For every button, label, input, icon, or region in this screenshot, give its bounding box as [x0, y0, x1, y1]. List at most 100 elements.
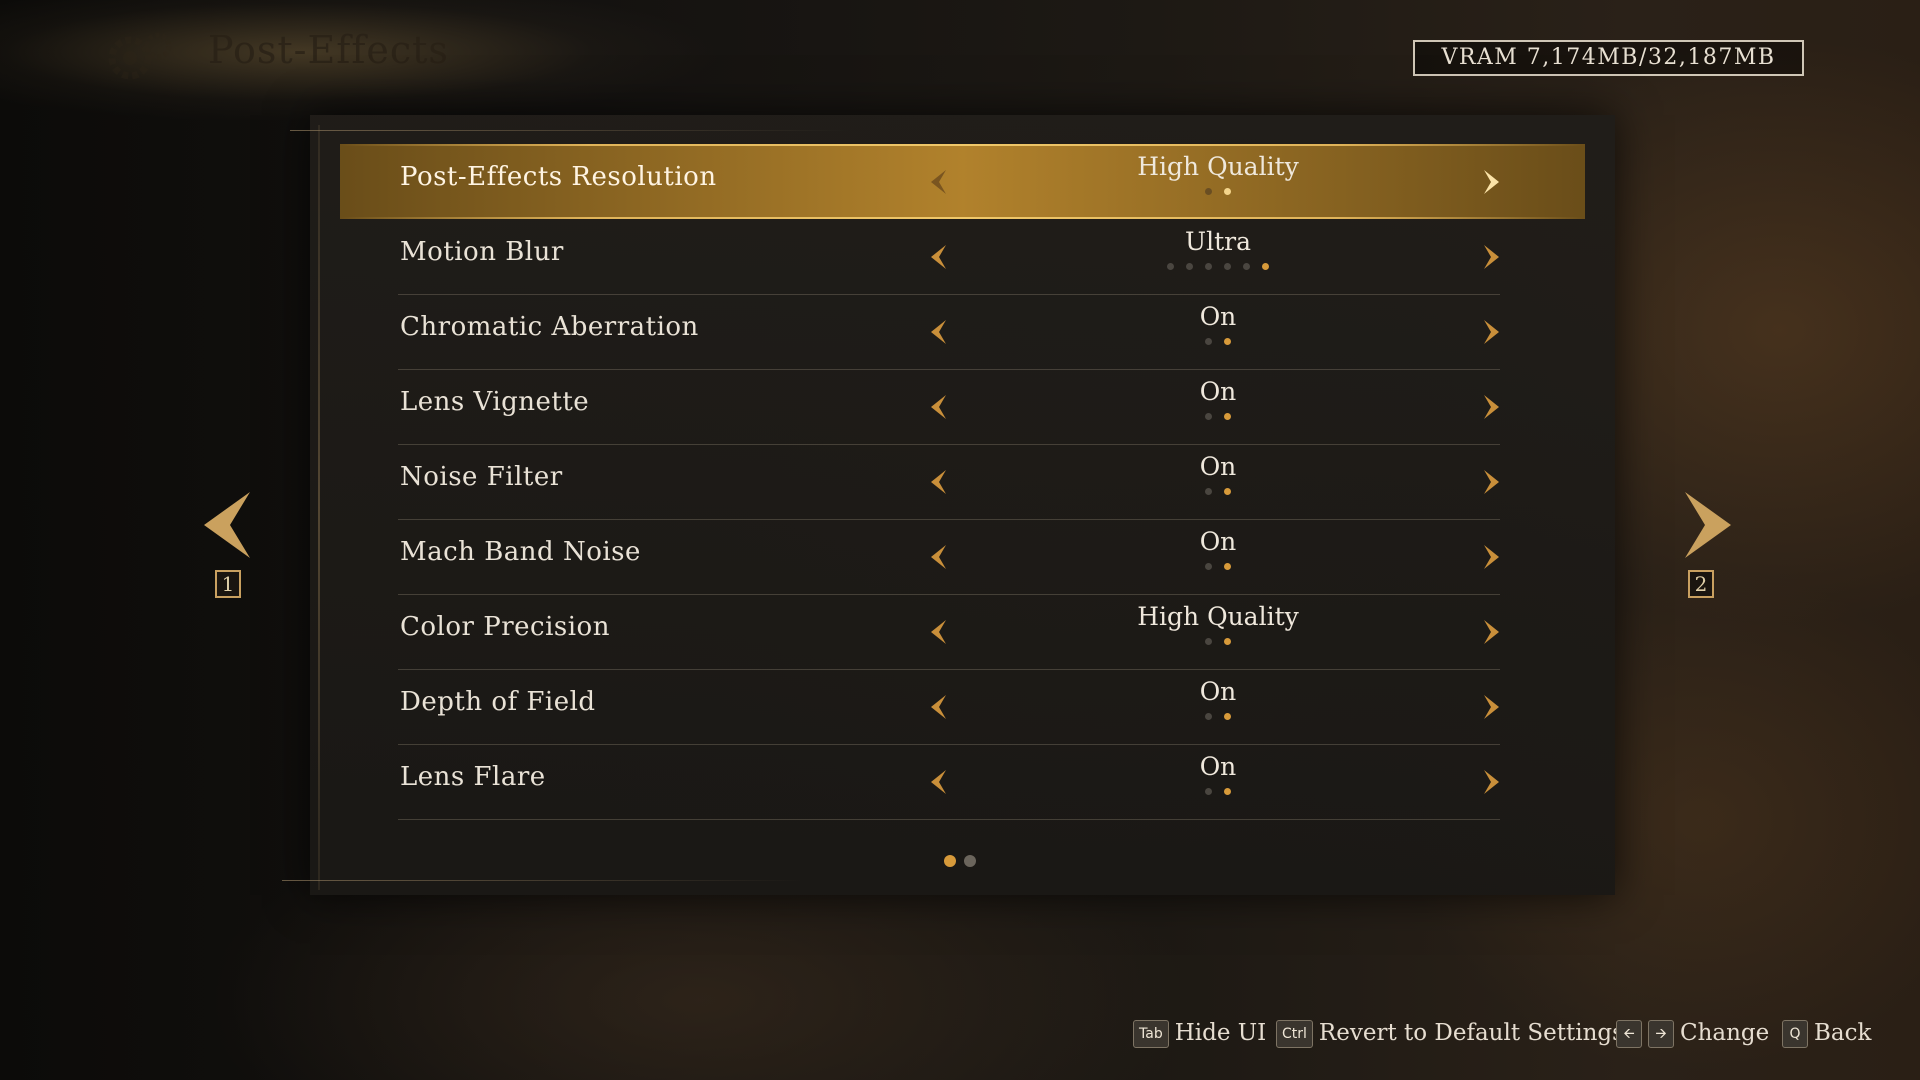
- option-dots: [1048, 413, 1388, 420]
- setting-value: Ultra: [1185, 227, 1251, 256]
- gears-icon: [108, 32, 172, 80]
- option-dot: [1205, 338, 1212, 345]
- increase-arrow-icon[interactable]: [1480, 619, 1502, 645]
- prev-page-arrow-icon[interactable]: [200, 490, 260, 560]
- setting-row[interactable]: Motion Blur Ultra: [398, 219, 1500, 295]
- setting-label: Chromatic Aberration: [400, 312, 699, 342]
- option-dot: [1205, 638, 1212, 645]
- option-dot: [1243, 263, 1250, 270]
- setting-label: Lens Flare: [400, 762, 546, 792]
- setting-label: Mach Band Noise: [400, 537, 641, 567]
- option-dot: [1224, 713, 1231, 720]
- next-page-key: 2: [1688, 570, 1714, 598]
- panel-rail: [318, 125, 320, 890]
- q-key: Q: [1782, 1020, 1808, 1048]
- option-dot: [1224, 638, 1231, 645]
- setting-label: Motion Blur: [400, 237, 564, 267]
- setting-value: On: [1199, 377, 1237, 406]
- decrease-arrow-icon[interactable]: [928, 619, 950, 645]
- setting-label: Color Precision: [400, 612, 610, 642]
- panel-divider-top: [290, 130, 850, 131]
- left-arrow-key-icon: 🡨: [1616, 1020, 1642, 1048]
- option-dot: [1205, 488, 1212, 495]
- increase-arrow-icon[interactable]: [1480, 469, 1502, 495]
- hide-ui-label: Hide UI: [1174, 1020, 1267, 1046]
- option-dots: [1048, 563, 1388, 570]
- increase-arrow-icon[interactable]: [1480, 244, 1502, 270]
- option-dots: [1048, 788, 1388, 795]
- setting-value: On: [1199, 752, 1237, 781]
- decrease-arrow-icon[interactable]: [928, 244, 950, 270]
- option-dots: [1048, 263, 1388, 270]
- setting-value: On: [1199, 677, 1237, 706]
- right-arrow-key-icon: 🡪: [1648, 1020, 1674, 1048]
- option-dot: [1224, 563, 1231, 570]
- decrease-arrow-icon[interactable]: [928, 694, 950, 720]
- setting-row[interactable]: Lens Flare On: [398, 744, 1500, 820]
- option-dot: [1205, 563, 1212, 570]
- increase-arrow-icon[interactable]: [1480, 169, 1502, 195]
- increase-arrow-icon[interactable]: [1480, 319, 1502, 345]
- option-dot: [1205, 188, 1212, 195]
- setting-row[interactable]: Lens Vignette On: [398, 369, 1500, 445]
- option-dot: [1262, 263, 1269, 270]
- option-dot: [1224, 338, 1231, 345]
- setting-label: Post-Effects Resolution: [400, 162, 717, 192]
- back-label: Back: [1814, 1020, 1872, 1046]
- setting-row[interactable]: Noise Filter On: [398, 444, 1500, 520]
- next-page-arrow-icon[interactable]: [1675, 490, 1735, 560]
- increase-arrow-icon[interactable]: [1480, 544, 1502, 570]
- option-dot: [1205, 413, 1212, 420]
- setting-row[interactable]: Chromatic Aberration On: [398, 294, 1500, 370]
- revert-defaults-hint[interactable]: Ctrl Revert to Default Settings: [1276, 1020, 1624, 1056]
- setting-value: On: [1199, 527, 1237, 556]
- option-dots: [1048, 488, 1388, 495]
- option-dot: [1205, 713, 1212, 720]
- prev-page-key: 1: [215, 570, 241, 598]
- setting-label: Noise Filter: [400, 462, 563, 492]
- option-dot: [1224, 788, 1231, 795]
- increase-arrow-icon[interactable]: [1480, 394, 1502, 420]
- settings-list: Post-Effects Resolution High Quality Motio…: [0, 0, 1920, 1080]
- back-hint[interactable]: Q Back: [1782, 1020, 1871, 1056]
- option-dots: [1048, 638, 1388, 645]
- page-title: Post-Effects: [208, 28, 449, 72]
- option-dot: [1186, 263, 1193, 270]
- decrease-arrow-icon[interactable]: [928, 769, 950, 795]
- setting-value: On: [1199, 452, 1237, 481]
- decrease-arrow-icon[interactable]: [928, 469, 950, 495]
- setting-label: Lens Vignette: [400, 387, 590, 417]
- setting-value: High Quality: [1137, 152, 1299, 181]
- tab-key: Tab: [1133, 1020, 1169, 1048]
- change-hint[interactable]: 🡨 🡪 Change: [1616, 1020, 1769, 1056]
- option-dot: [1224, 488, 1231, 495]
- increase-arrow-icon[interactable]: [1480, 769, 1502, 795]
- decrease-arrow-icon[interactable]: [928, 319, 950, 345]
- setting-value: High Quality: [1137, 602, 1299, 631]
- option-dots: [1048, 713, 1388, 720]
- setting-value: On: [1199, 302, 1237, 331]
- option-dot: [1167, 263, 1174, 270]
- change-label: Change: [1680, 1020, 1770, 1046]
- ctrl-key: Ctrl: [1276, 1020, 1313, 1048]
- decrease-arrow-icon[interactable]: [928, 169, 950, 195]
- vram-indicator: VRAM 7,174MB/32,187MB: [1413, 40, 1804, 76]
- revert-defaults-label: Revert to Default Settings: [1318, 1020, 1624, 1046]
- option-dot: [1205, 788, 1212, 795]
- setting-row[interactable]: Post-Effects Resolution High Quality: [340, 144, 1585, 219]
- setting-row[interactable]: Depth of Field On: [398, 669, 1500, 745]
- option-dot: [1205, 263, 1212, 270]
- title-bar: Post-Effects: [0, 0, 760, 120]
- decrease-arrow-icon[interactable]: [928, 394, 950, 420]
- page-dot[interactable]: [964, 855, 976, 867]
- option-dot: [1224, 188, 1231, 195]
- page-indicator: [940, 855, 980, 867]
- increase-arrow-icon[interactable]: [1480, 694, 1502, 720]
- setting-row[interactable]: Mach Band Noise On: [398, 519, 1500, 595]
- page-dot[interactable]: [944, 855, 956, 867]
- option-dot: [1224, 413, 1231, 420]
- setting-row[interactable]: Color Precision High Quality: [398, 594, 1500, 670]
- hide-ui-hint[interactable]: Tab Hide UI: [1133, 1020, 1266, 1056]
- decrease-arrow-icon[interactable]: [928, 544, 950, 570]
- panel-divider-bottom: [282, 880, 802, 881]
